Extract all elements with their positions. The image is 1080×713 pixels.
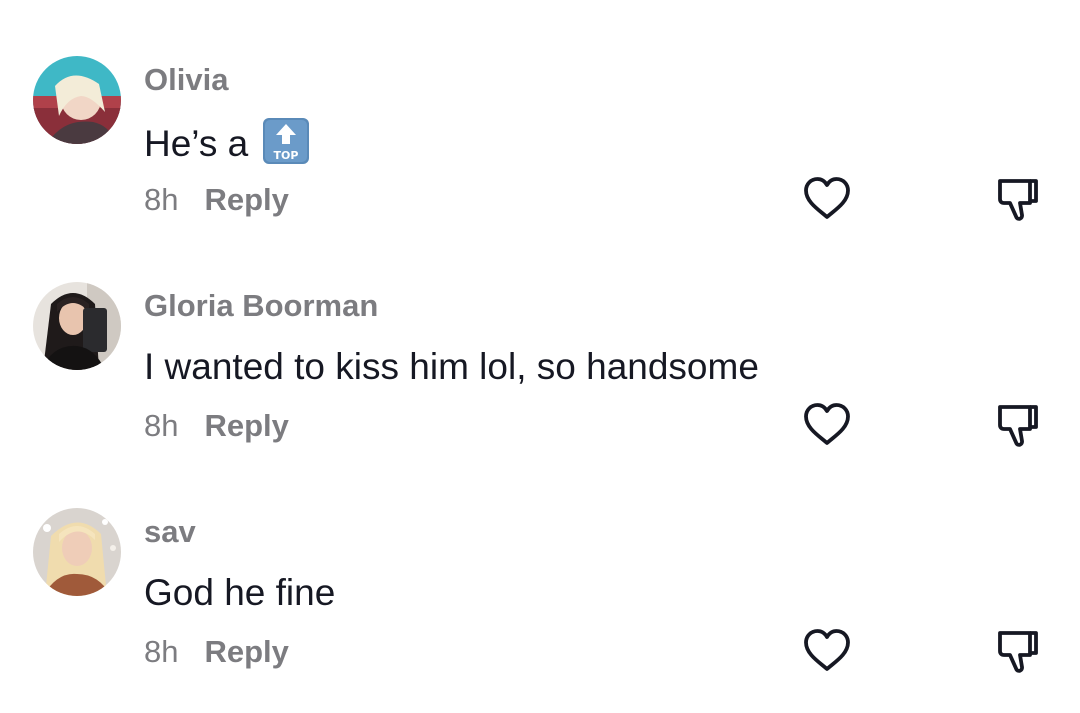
comment-meta: 8h Reply: [144, 408, 289, 444]
comment-item: sav God he fine 8h Reply: [0, 452, 1080, 673]
comment-text-content: He’s a: [144, 123, 249, 164]
comment-meta: 8h Reply: [144, 182, 289, 218]
comment-username[interactable]: Gloria Boorman: [144, 288, 378, 324]
heart-icon[interactable]: [801, 399, 853, 451]
avatar[interactable]: [33, 56, 121, 144]
comment-username[interactable]: sav: [144, 514, 196, 550]
comment-text: He’s a TOP: [144, 117, 310, 168]
comment-text: I wanted to kiss him lol, so handsome: [144, 346, 759, 388]
comment-time: 8h: [144, 408, 179, 443]
comment-meta: 8h Reply: [144, 634, 289, 670]
heart-icon[interactable]: [801, 625, 853, 677]
comment-time: 8h: [144, 634, 179, 669]
comment-username[interactable]: Olivia: [144, 62, 228, 98]
thumbs-down-icon[interactable]: [994, 625, 1042, 677]
reply-button[interactable]: Reply: [204, 182, 288, 217]
svg-text:TOP: TOP: [274, 149, 299, 162]
comment-text-content: God he fine: [144, 572, 336, 613]
avatar[interactable]: [33, 508, 121, 596]
avatar[interactable]: [33, 282, 121, 370]
thumbs-down-icon[interactable]: [994, 173, 1042, 225]
comment-item: Olivia He’s a TOP 8h Reply: [0, 0, 1080, 221]
thumbs-down-icon[interactable]: [994, 399, 1042, 451]
reply-button[interactable]: Reply: [204, 634, 288, 669]
top-arrow-emoji-icon: TOP: [262, 117, 310, 165]
heart-icon[interactable]: [801, 173, 853, 225]
comment-time: 8h: [144, 182, 179, 217]
comment-item: Gloria Boorman I wanted to kiss him lol,…: [0, 226, 1080, 447]
reply-button[interactable]: Reply: [204, 408, 288, 443]
comment-text: God he fine: [144, 572, 335, 614]
comment-text-content: I wanted to kiss him lol, so handsome: [144, 346, 759, 387]
